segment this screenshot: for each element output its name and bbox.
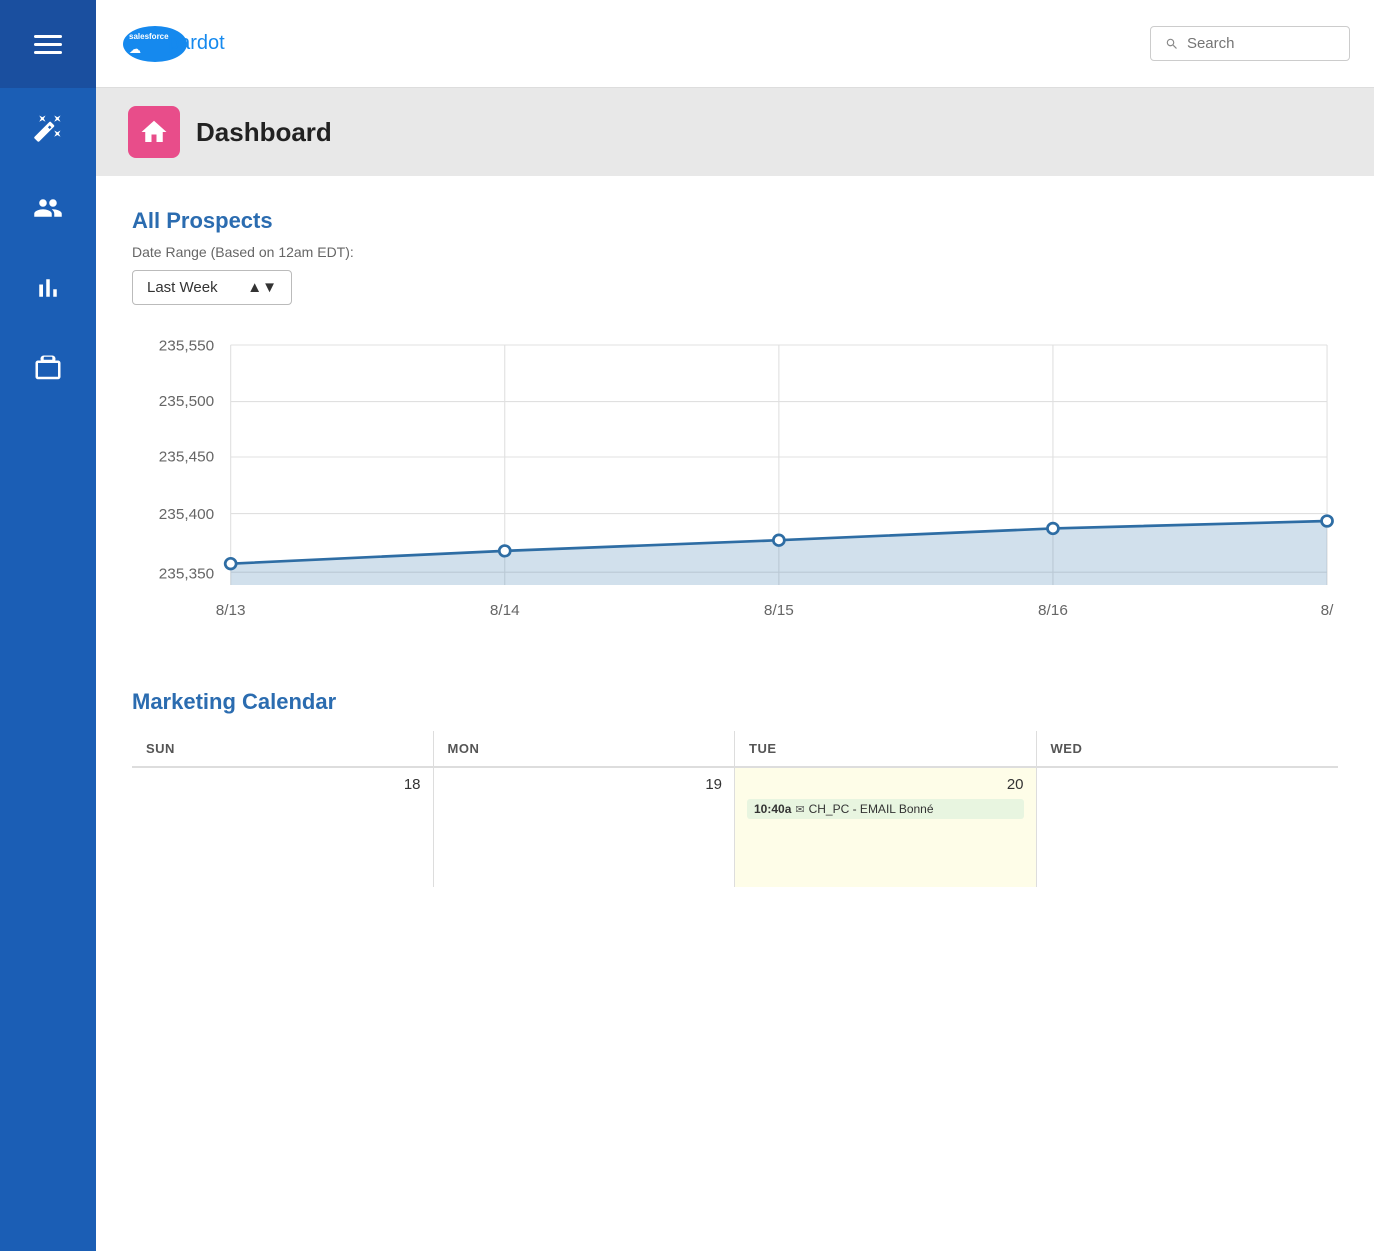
- chart-svg: 235,550 235,500 235,450 235,400 235,350: [132, 329, 1338, 649]
- svg-text:8/14: 8/14: [490, 602, 520, 619]
- cal-cell-sun: 18: [132, 767, 434, 887]
- calendar-title: Marketing Calendar: [132, 689, 1338, 715]
- date-range-label: Date Range (Based on 12am EDT):: [132, 244, 1338, 260]
- search-bar[interactable]: [1150, 26, 1350, 61]
- salesforce-logo: salesforce ☁ pardot: [120, 22, 230, 66]
- svg-text:235,400: 235,400: [159, 506, 214, 523]
- search-icon: [1165, 36, 1179, 52]
- cal-header-sun: SUN: [132, 731, 434, 766]
- svg-text:☁: ☁: [129, 42, 141, 56]
- cal-header-tue: TUE: [735, 731, 1037, 766]
- magic-icon: [33, 113, 63, 143]
- cal-cell-wed: [1037, 767, 1339, 887]
- svg-text:salesforce: salesforce: [129, 32, 169, 41]
- prospects-section: All Prospects Date Range (Based on 12am …: [132, 208, 1338, 649]
- logo-area: salesforce ☁ pardot: [120, 22, 1150, 66]
- svg-text:8/15: 8/15: [764, 602, 794, 619]
- cal-date-tue: 20: [747, 776, 1024, 793]
- calendar-section: Marketing Calendar SUN MON TUE WED 18: [132, 689, 1338, 887]
- cal-event-time: 10:40a: [754, 802, 791, 816]
- sidebar-item-automation[interactable]: [0, 88, 96, 168]
- sidebar: [0, 0, 96, 1251]
- hamburger-icon: [34, 35, 62, 54]
- svg-text:8/13: 8/13: [216, 602, 246, 619]
- cal-header-mon: MON: [434, 731, 736, 766]
- svg-text:8/16: 8/16: [1038, 602, 1068, 619]
- page-title: Dashboard: [196, 117, 332, 148]
- cal-cell-mon: 19: [434, 767, 736, 887]
- calendar-grid: SUN MON TUE WED 18 19: [132, 731, 1338, 887]
- salesforce-cloud-icon: salesforce ☁ pardot: [120, 22, 230, 66]
- dashboard-icon: [128, 106, 180, 158]
- people-icon: [33, 193, 63, 223]
- svg-text:235,500: 235,500: [159, 393, 214, 410]
- content-area: All Prospects Date Range (Based on 12am …: [96, 176, 1374, 1251]
- cal-header-wed: WED: [1037, 731, 1339, 766]
- cal-event-text: CH_PC - EMAIL Bonné: [809, 802, 934, 816]
- page-header: Dashboard: [96, 88, 1374, 176]
- envelope-icon: ✉: [795, 803, 804, 816]
- briefcase-icon: [33, 353, 63, 383]
- svg-text:pardot: pardot: [168, 32, 225, 54]
- cal-date-mon: 19: [446, 776, 723, 793]
- svg-text:235,350: 235,350: [159, 566, 214, 583]
- sidebar-menu-button[interactable]: [0, 0, 96, 88]
- chart-icon: [33, 273, 63, 303]
- calendar-week-row: 18 19 20 10:40a ✉ CH_PC - EMAIL Bonné: [132, 767, 1338, 887]
- svg-text:8/: 8/: [1321, 602, 1335, 619]
- date-range-value: Last Week: [147, 279, 218, 296]
- date-range-select[interactable]: Last Week ▲▼: [132, 270, 292, 305]
- home-icon: [139, 117, 169, 147]
- calendar-header-row: SUN MON TUE WED: [132, 731, 1338, 767]
- cal-event-1[interactable]: 10:40a ✉ CH_PC - EMAIL Bonné: [747, 799, 1024, 819]
- select-arrow-icon: ▲▼: [247, 279, 277, 296]
- main-content: salesforce ☁ pardot Dashboard All Prospe…: [96, 0, 1374, 1251]
- cal-cell-tue: 20 10:40a ✉ CH_PC - EMAIL Bonné: [735, 767, 1037, 887]
- cal-date-sun: 18: [144, 776, 421, 793]
- search-input[interactable]: [1187, 35, 1335, 52]
- sidebar-item-admin[interactable]: [0, 328, 96, 408]
- svg-text:235,550: 235,550: [159, 338, 214, 355]
- prospects-chart: 235,550 235,500 235,450 235,400 235,350: [132, 329, 1338, 649]
- sidebar-item-reports[interactable]: [0, 248, 96, 328]
- prospects-title: All Prospects: [132, 208, 1338, 234]
- svg-text:235,450: 235,450: [159, 448, 214, 465]
- sidebar-item-prospects[interactable]: [0, 168, 96, 248]
- topbar: salesforce ☁ pardot: [96, 0, 1374, 88]
